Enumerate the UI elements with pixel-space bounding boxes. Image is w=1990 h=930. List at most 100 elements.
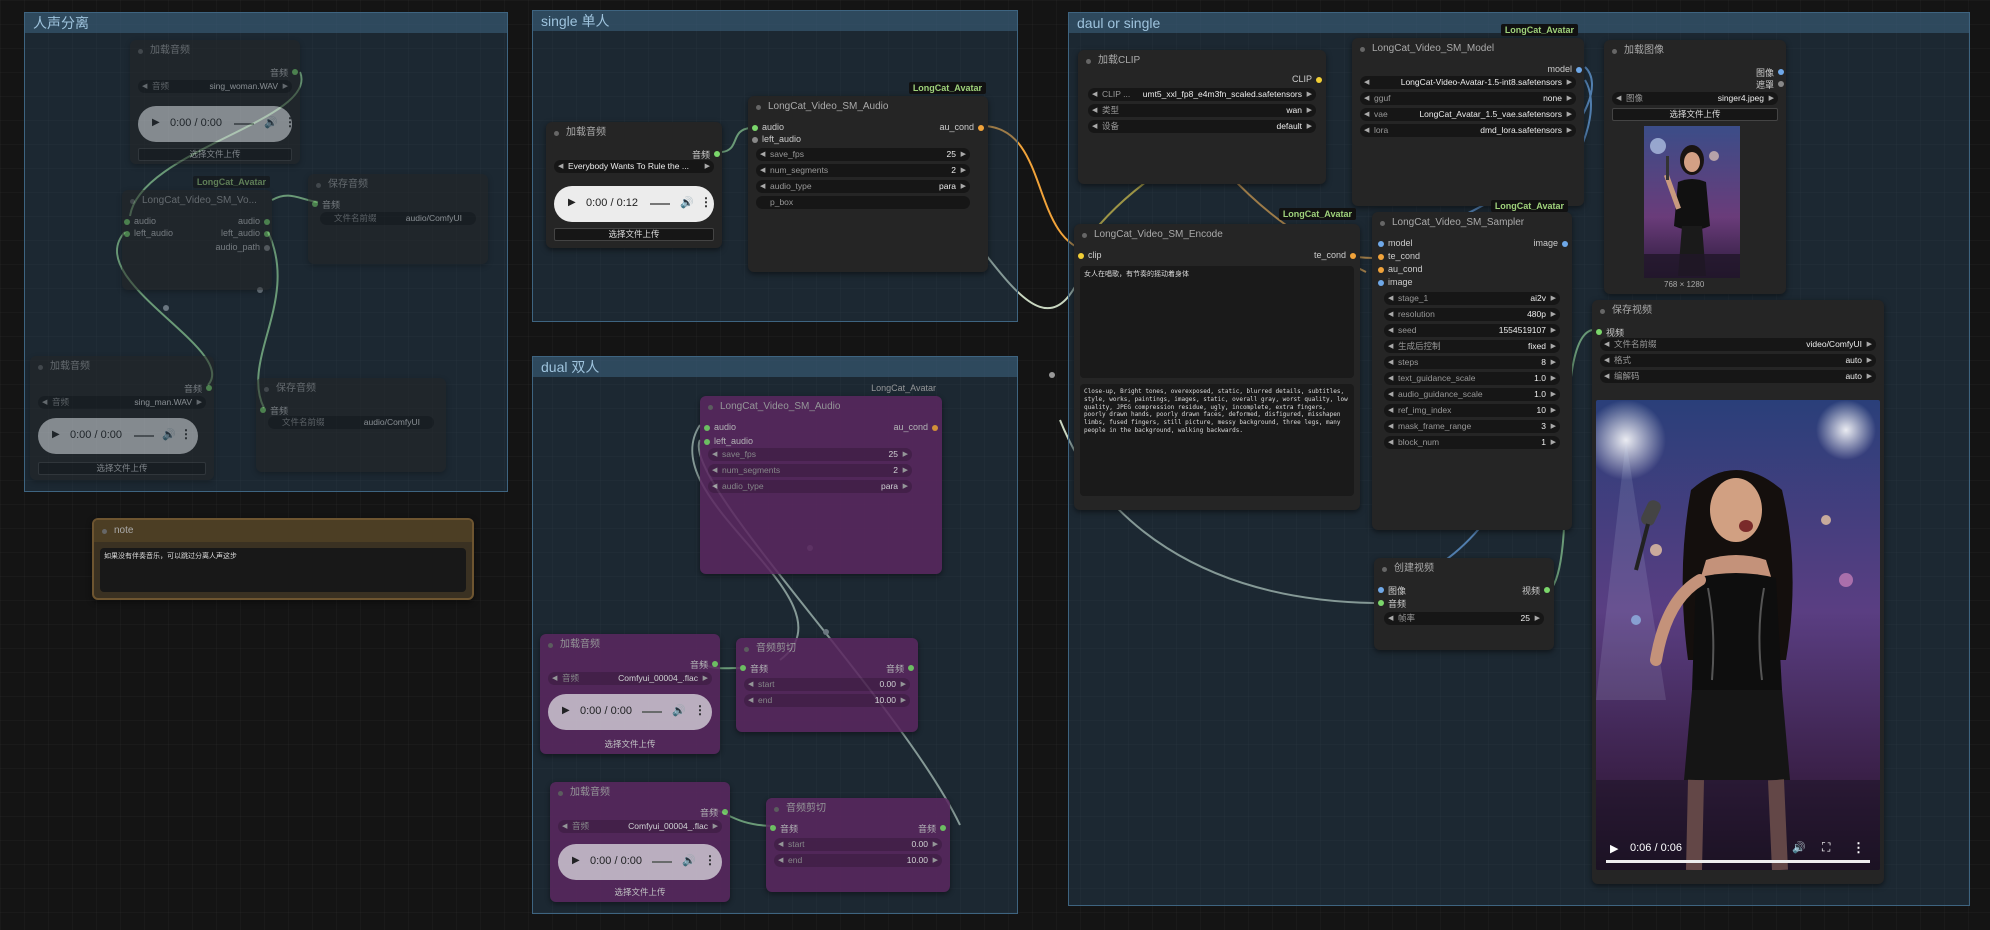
node-sm-sampler[interactable]: LongCat_Avatar LongCat_Video_SM_Sampler … (1372, 200, 1572, 530)
image-file-select[interactable]: 图像singer4.jpeg (1612, 92, 1778, 105)
steps-widget[interactable]: steps8 (1384, 356, 1560, 369)
upload-button[interactable]: 选择文件上传 (554, 228, 714, 241)
num-segments-widget[interactable]: num_segments2 (756, 164, 970, 177)
input-left-audio[interactable]: left_audio (124, 228, 173, 238)
node-load-audio-2[interactable]: 加载音频 音频 音频sing_man.WAV ▶ 0:00 / 0:00 🔊 ⋮… (30, 356, 214, 480)
audio-player[interactable]: ▶ 0:00 / 0:00 🔊 ⋮ (558, 844, 722, 880)
output-model[interactable]: model (1547, 64, 1582, 74)
input-audio[interactable]: 音频 (770, 822, 798, 835)
node-save-audio-1[interactable]: 保存音频 音频 文件名前缀 audio/ComfyUI (308, 174, 488, 264)
audio-file-select[interactable]: 音频sing_man.WAV (38, 396, 206, 409)
node-sm-model[interactable]: LongCat_Avatar LongCat_Video_SM_Model mo… (1352, 24, 1584, 206)
menu-icon[interactable]: ⋮ (284, 115, 296, 129)
menu-icon[interactable]: ⋮ (700, 195, 712, 209)
input-left-audio[interactable]: left_audio (752, 134, 801, 144)
audio-progress[interactable] (650, 203, 670, 205)
volume-icon[interactable]: 🔊 (680, 196, 694, 209)
play-icon[interactable]: ▶ (572, 855, 580, 866)
start-widget[interactable]: start0.00 (744, 678, 910, 691)
output-mask[interactable]: 遮罩 (1756, 78, 1784, 91)
node-sm-audio-single[interactable]: LongCat_Avatar LongCat_Video_SM_Audio au… (748, 82, 988, 272)
audio-type-widget[interactable]: audio_typepara (708, 480, 912, 493)
model-file-select[interactable]: LongCat-Video-Avatar-1.5-int8.safetensor… (1360, 76, 1576, 89)
save-fps-widget[interactable]: save_fps25 (756, 148, 970, 161)
upload-button[interactable]: 选择文件上传 (38, 462, 206, 475)
output-audio[interactable]: audio (238, 216, 270, 226)
filename-prefix-field[interactable]: 文件名前缀 audio/ComfyUI (268, 416, 434, 429)
node-load-clip[interactable]: 加载CLIP CLIP CLIP ...umt5_xxl_fp8_e4m3fn_… (1078, 50, 1326, 184)
negative-prompt-textarea[interactable]: Close-up, Bright tones, overexposed, sta… (1080, 384, 1354, 496)
upload-button[interactable]: 选择文件上传 (138, 148, 292, 161)
video-progress[interactable] (1606, 860, 1870, 863)
end-widget[interactable]: end10.00 (774, 854, 942, 867)
audio-player[interactable]: ▶ 0:00 / 0:00 🔊 ⋮ (548, 694, 712, 730)
input-audio[interactable]: audio (704, 422, 736, 432)
output-clip[interactable]: CLIP (1292, 74, 1322, 84)
start-widget[interactable]: start0.00 (774, 838, 942, 851)
audio-progress[interactable] (642, 711, 662, 713)
node-load-audio-dual-2[interactable]: 加载音频 音频 音频Comfyui_00004_.flac ▶ 0:00 / 0… (550, 782, 730, 902)
output-video[interactable]: 视频 (1522, 584, 1550, 597)
play-icon[interactable]: ▶ (152, 117, 160, 128)
text-guidance-widget[interactable]: text_guidance_scale1.0 (1384, 372, 1560, 385)
input-model[interactable]: model (1378, 238, 1413, 248)
audio-type-widget[interactable]: audio_typepara (756, 180, 970, 193)
mask-frame-range-widget[interactable]: mask_frame_range3 (1384, 420, 1560, 433)
note-text[interactable]: 如果没有伴奏音乐，可以跳过分离人声这步 (100, 548, 466, 592)
node-vocal-separator[interactable]: LongCat_Avatar LongCat_Video_SM_Vo... au… (122, 176, 272, 290)
num-segments-widget[interactable]: num_segments2 (708, 464, 912, 477)
menu-icon[interactable]: ⋮ (694, 703, 706, 717)
fullscreen-icon[interactable]: ⛶ (1822, 840, 1830, 855)
filename-prefix-field[interactable]: 文件名前缀video/ComfyUI (1600, 338, 1876, 351)
input-au-cond[interactable]: au_cond (1378, 264, 1423, 274)
play-icon[interactable]: ▶ (52, 429, 60, 440)
lora-select[interactable]: loradmd_lora.safetensors (1360, 124, 1576, 137)
play-icon[interactable]: ▶ (568, 197, 576, 208)
format-select[interactable]: 格式auto (1600, 354, 1876, 367)
node-sm-audio-dual[interactable]: LongCat_Avatar LongCat_Video_SM_Audio au… (700, 383, 942, 574)
output-audio[interactable]: 音频 (270, 66, 298, 79)
output-image[interactable]: image (1533, 238, 1568, 248)
audio-player[interactable]: ▶ 0:00 / 0:00 🔊 ⋮ (38, 418, 198, 454)
codec-select[interactable]: 编解码auto (1600, 370, 1876, 383)
output-au-cond[interactable]: au_cond (893, 422, 938, 432)
save-fps-widget[interactable]: save_fps25 (708, 448, 912, 461)
seed-widget[interactable]: seed1554519107 (1384, 324, 1560, 337)
upload-button[interactable]: 选择文件上传 (548, 738, 712, 751)
input-images[interactable]: 图像 (1378, 584, 1406, 597)
p-box-field[interactable]: p_box (756, 196, 970, 209)
output-au-cond[interactable]: au_cond (939, 122, 984, 132)
audio-file-select[interactable]: Everybody Wants To Rule the ... (554, 160, 714, 173)
node-load-image[interactable]: 加载图像 图像 遮罩 图像singer4.jpeg 选择文件上传 768 × (1604, 40, 1786, 294)
menu-icon[interactable]: ⋮ (704, 853, 716, 867)
audio-file-select[interactable]: 音频sing_woman.WAV (138, 80, 292, 93)
fps-widget[interactable]: 帧率25 (1384, 612, 1544, 625)
audio-progress[interactable] (652, 861, 672, 863)
positive-prompt-textarea[interactable]: 女人在唱歌，有节奏的摇动着身体 (1080, 266, 1354, 378)
output-audio[interactable]: 音频 (918, 822, 946, 835)
node-trim-audio-2[interactable]: 音频剪切 音频 音频 start0.00 end10.00 (766, 798, 950, 892)
input-left-audio[interactable]: left_audio (704, 436, 753, 446)
end-widget[interactable]: end10.00 (744, 694, 910, 707)
volume-icon[interactable]: 🔊 (162, 428, 176, 441)
volume-icon[interactable]: 🔊 (264, 116, 278, 129)
node-create-video[interactable]: 创建视频 图像 音频 视频 帧率25 (1374, 558, 1554, 650)
input-image[interactable]: image (1378, 277, 1413, 287)
input-te-cond[interactable]: te_cond (1378, 251, 1420, 261)
output-left-audio[interactable]: left_audio (221, 228, 270, 238)
audio-file-select[interactable]: 音频Comfyui_00004_.flac (548, 672, 712, 685)
resolution-widget[interactable]: resolution480p (1384, 308, 1560, 321)
audio-player[interactable]: ▶ 0:00 / 0:12 🔊 ⋮ (554, 186, 714, 222)
control-after-generate-widget[interactable]: 生成后控制fixed (1384, 340, 1560, 353)
output-audio[interactable]: 音频 (886, 662, 914, 675)
output-audio[interactable]: 音频 (184, 382, 212, 395)
output-audio-path[interactable]: audio_path (215, 242, 270, 252)
node-save-video[interactable]: 保存视频 视频 文件名前缀video/ComfyUI 格式auto 编解码aut… (1592, 300, 1884, 884)
ref-img-index-widget[interactable]: ref_img_index10 (1384, 404, 1560, 417)
gguf-select[interactable]: ggufnone (1360, 92, 1576, 105)
input-audio[interactable]: audio (752, 122, 784, 132)
upload-button[interactable]: 选择文件上传 (558, 886, 722, 899)
audio-progress[interactable] (134, 435, 154, 437)
stage-1-widget[interactable]: stage_1ai2v (1384, 292, 1560, 305)
node-load-audio-dual-1[interactable]: 加载音频 音频 音频Comfyui_00004_.flac ▶ 0:00 / 0… (540, 634, 720, 754)
